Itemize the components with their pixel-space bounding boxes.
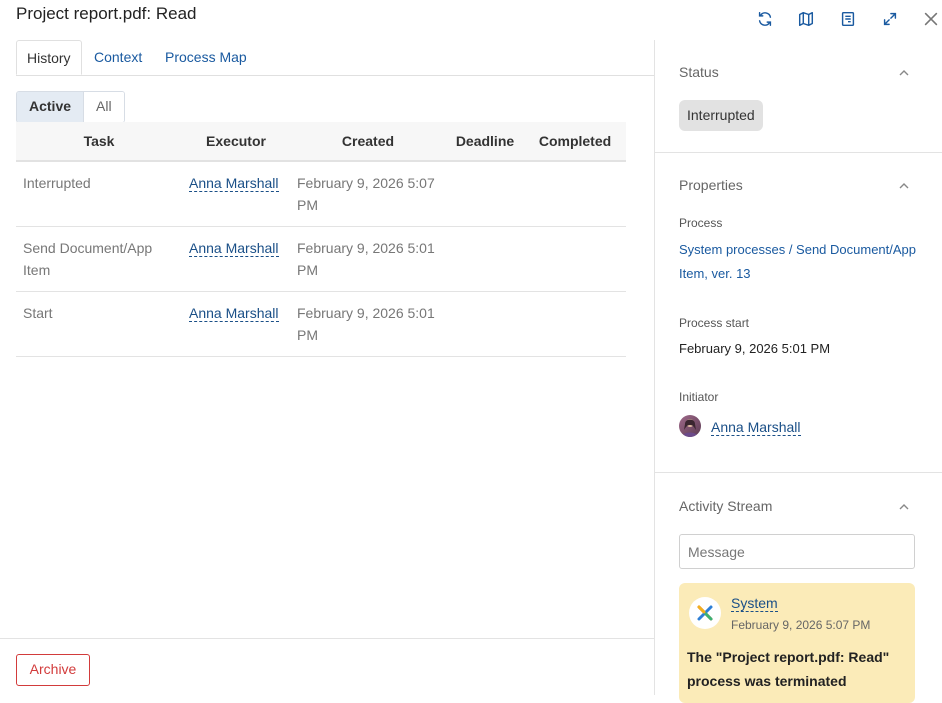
refresh-icon[interactable]: [754, 8, 776, 30]
close-icon[interactable]: [920, 8, 942, 30]
table-row[interactable]: Send Document/App Item Anna Marshall Feb…: [16, 226, 626, 292]
system-logo-icon: [689, 597, 721, 629]
activity-section-title: Activity Stream: [679, 498, 773, 514]
process-start-label: Process start: [679, 316, 750, 330]
column-header-executor[interactable]: Executor: [182, 122, 290, 162]
tab-context[interactable]: Context: [94, 40, 142, 75]
table-row[interactable]: Interrupted Anna Marshall February 9, 20…: [16, 161, 626, 227]
chevron-up-icon[interactable]: [898, 501, 910, 513]
status-section-title: Status: [679, 64, 719, 80]
task-cell: Send Document/App Item: [16, 226, 182, 292]
system-processes-link[interactable]: System processes: [679, 242, 785, 257]
filter-active-button[interactable]: Active: [17, 92, 85, 122]
map-icon[interactable]: [795, 8, 817, 30]
executor-link[interactable]: Anna Marshall: [189, 240, 279, 257]
completed-cell: [524, 226, 626, 292]
process-link: System processes / Send Document/App Ite…: [679, 238, 919, 286]
deadline-cell: [446, 226, 524, 292]
created-cell: February 9, 2026 5:01 PM: [290, 226, 446, 292]
chevron-up-icon[interactable]: [898, 180, 910, 192]
tab-bar: History Context Process Map: [16, 40, 654, 76]
section-divider: [655, 472, 942, 473]
created-cell: February 9, 2026 5:07 PM: [290, 161, 446, 227]
filter-toggle: Active All: [16, 91, 125, 123]
properties-section-title: Properties: [679, 177, 743, 193]
footer-bar: Archive: [0, 638, 654, 696]
history-panel: History Context Process Map Active All T…: [0, 40, 655, 695]
status-badge: Interrupted: [679, 100, 763, 131]
task-history-table: Task Executor Created Deadline Completed…: [16, 122, 626, 357]
process-separator: /: [785, 242, 797, 257]
tab-process-map[interactable]: Process Map: [165, 40, 247, 75]
column-header-completed[interactable]: Completed: [524, 122, 626, 162]
activity-author-link[interactable]: System: [731, 595, 778, 612]
process-start-value: February 9, 2026 5:01 PM: [679, 341, 831, 356]
created-cell: February 9, 2026 5:01 PM: [290, 291, 446, 357]
initiator-label: Initiator: [679, 390, 719, 404]
activity-timestamp: February 9, 2026 5:07 PM: [731, 618, 871, 632]
avatar[interactable]: [679, 415, 701, 437]
executor-link[interactable]: Anna Marshall: [189, 175, 279, 192]
process-label: Process: [679, 216, 723, 230]
task-cell: Start: [16, 291, 182, 357]
executor-cell: Anna Marshall: [182, 291, 290, 357]
expand-icon[interactable]: [879, 8, 901, 30]
activity-message: The "Project report.pdf: Read" process w…: [687, 649, 890, 689]
message-input[interactable]: [679, 534, 915, 569]
executor-cell: Anna Marshall: [182, 161, 290, 227]
completed-cell: [524, 291, 626, 357]
initiator-link[interactable]: Anna Marshall: [711, 419, 801, 436]
table-row[interactable]: Start Anna Marshall February 9, 2026 5:0…: [16, 291, 626, 357]
archive-button[interactable]: Archive: [16, 654, 90, 686]
executor-cell: Anna Marshall: [182, 226, 290, 292]
executor-link[interactable]: Anna Marshall: [189, 305, 279, 322]
filter-all-button[interactable]: All: [84, 92, 124, 122]
page-title: Project report.pdf: Read: [16, 4, 197, 23]
deadline-cell: [446, 161, 524, 227]
column-header-created[interactable]: Created: [290, 122, 446, 162]
completed-cell: [524, 161, 626, 227]
document-icon[interactable]: [837, 8, 859, 30]
details-sidebar: Status Interrupted Properties Process Sy…: [655, 40, 942, 703]
deadline-cell: [446, 291, 524, 357]
task-cell: Interrupted: [16, 161, 182, 227]
activity-entry: System February 9, 2026 5:07 PM The "Pro…: [679, 583, 915, 703]
tab-history[interactable]: History: [16, 40, 82, 75]
section-divider: [655, 152, 942, 153]
column-header-task[interactable]: Task: [16, 122, 182, 162]
column-header-deadline[interactable]: Deadline: [446, 122, 524, 162]
chevron-up-icon[interactable]: [898, 67, 910, 79]
